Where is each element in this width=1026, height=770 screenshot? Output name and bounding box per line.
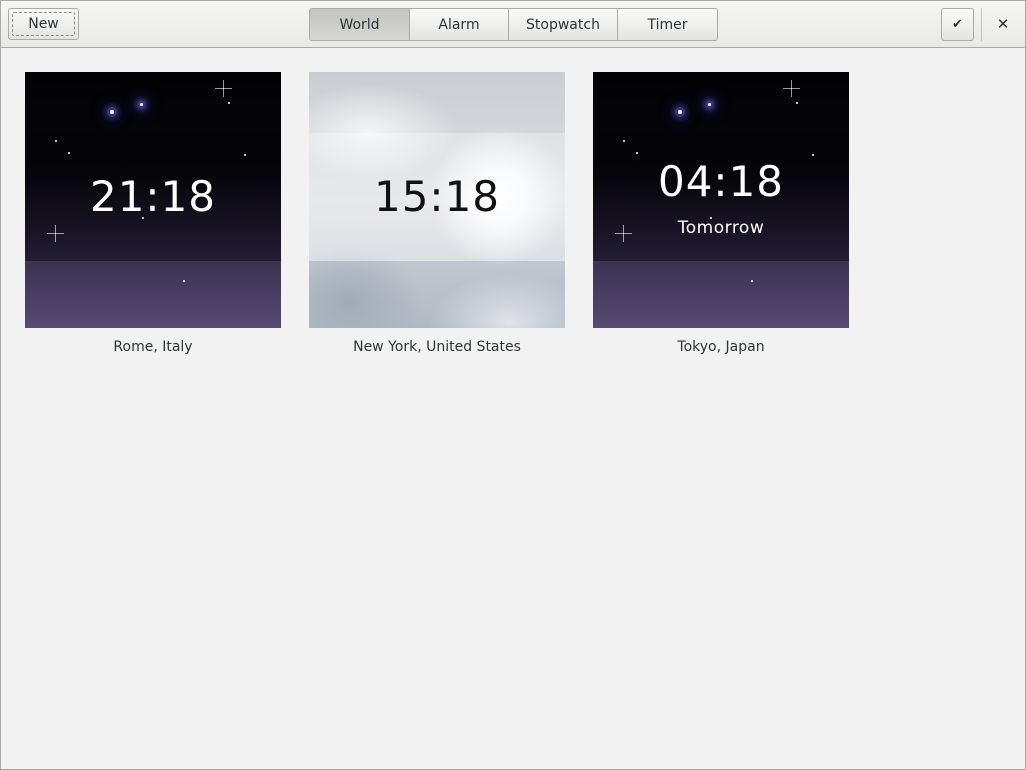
header-separator: [981, 8, 982, 41]
star-icon: [678, 110, 682, 114]
tab-timer[interactable]: Timer: [618, 9, 717, 40]
new-button[interactable]: New: [8, 8, 79, 40]
close-icon: ✕: [996, 15, 1010, 33]
header-bar: New World Alarm Stopwatch Timer ✔ ✕: [1, 1, 1025, 48]
sparkle-icon: [783, 80, 800, 97]
clock-tile-rome[interactable]: 21:18: [25, 72, 281, 328]
clock-city-label: New York, United States: [353, 339, 521, 355]
star-icon: [812, 154, 814, 156]
star-icon: [55, 140, 57, 142]
tile-lower-band: [25, 261, 281, 328]
tile-lower-band: [593, 261, 849, 328]
window-close-button[interactable]: ✕: [988, 9, 1018, 39]
checkmark-icon: ✔: [952, 17, 963, 32]
tab-stopwatch-label: Stopwatch: [526, 16, 600, 33]
tab-stopwatch[interactable]: Stopwatch: [509, 9, 618, 40]
clock-city-label: Rome, Italy: [113, 339, 193, 355]
new-button-label: New: [28, 16, 59, 32]
clock-city-label: Tokyo, Japan: [677, 339, 765, 355]
clock-tile-tokyo[interactable]: 04:18 Tomorrow: [593, 72, 849, 328]
star-icon: [623, 140, 625, 142]
tile-lower-band: [309, 261, 565, 328]
clock-day-label: Tomorrow: [677, 218, 765, 238]
clock-time: 04:18: [657, 157, 785, 206]
star-icon: [110, 110, 114, 114]
star-icon: [244, 154, 246, 156]
star-icon: [68, 152, 70, 154]
star-icon: [183, 280, 185, 282]
clock-tile-new-york[interactable]: 15:18: [309, 72, 565, 328]
clocks-window: New World Alarm Stopwatch Timer ✔ ✕ 21:1…: [0, 0, 1026, 770]
star-icon: [751, 280, 753, 282]
view-switcher: World Alarm Stopwatch Timer: [309, 8, 718, 41]
tab-world-label: World: [339, 16, 380, 33]
tab-timer-label: Timer: [647, 16, 688, 33]
star-icon: [708, 103, 711, 106]
star-icon: [636, 152, 638, 154]
star-icon: [140, 103, 143, 106]
tab-alarm-label: Alarm: [438, 16, 480, 33]
sparkle-icon: [47, 225, 64, 242]
tab-world[interactable]: World: [310, 9, 410, 40]
star-icon: [796, 102, 798, 104]
clock-time: 15:18: [373, 172, 501, 221]
tab-alarm[interactable]: Alarm: [410, 9, 509, 40]
clock-time: 21:18: [89, 172, 217, 221]
select-done-button[interactable]: ✔: [941, 8, 974, 41]
sparkle-icon: [215, 80, 232, 97]
star-icon: [228, 102, 230, 104]
